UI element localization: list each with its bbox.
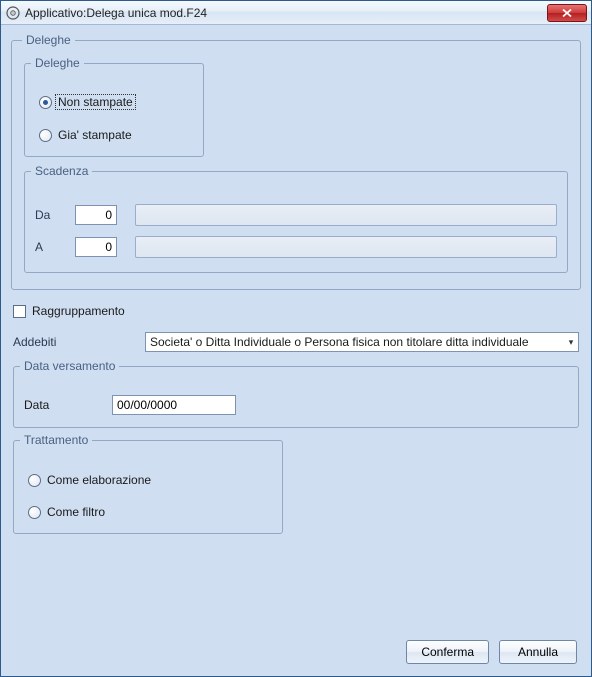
close-button[interactable] [547, 4, 587, 22]
data-label: Data [24, 398, 112, 412]
deleghe-group: Deleghe Deleghe Non stampate Gia' stampa… [11, 33, 581, 290]
app-icon [5, 5, 21, 21]
scadenza-a-input[interactable] [75, 237, 117, 257]
scadenza-group: Scadenza Da A [24, 171, 568, 273]
chevron-down-icon: ▾ [566, 337, 576, 348]
radio-non-stampate[interactable] [39, 96, 52, 109]
radio-non-stampate-label[interactable]: Non stampate [55, 94, 136, 110]
scadenza-da-label: Da [35, 208, 75, 222]
data-input[interactable] [112, 395, 236, 415]
window-title: Applicativo:Delega unica mod.F24 [25, 6, 207, 20]
radio-come-elaborazione[interactable] [28, 474, 41, 487]
radio-gia-stampate-label[interactable]: Gia' stampate [58, 128, 132, 142]
raggruppamento-checkbox[interactable] [13, 305, 26, 318]
deleghe-legend: Deleghe [22, 33, 75, 47]
deleghe-inner-group: Deleghe Non stampate Gia' stampate [24, 63, 204, 157]
radio-come-filtro-label[interactable]: Come filtro [47, 505, 105, 519]
data-versamento-legend: Data versamento [20, 359, 119, 373]
raggruppamento-label[interactable]: Raggruppamento [32, 304, 125, 318]
close-icon [561, 8, 573, 18]
deleghe-inner-legend: Deleghe [31, 56, 84, 70]
radio-come-elaborazione-label[interactable]: Come elaborazione [47, 473, 151, 487]
scadenza-a-display [135, 236, 557, 258]
button-bar: Conferma Annulla [406, 640, 577, 664]
conferma-button[interactable]: Conferma [406, 640, 489, 664]
trattamento-group: Trattamento Come elaborazione Come filtr… [13, 440, 283, 534]
client-area: Deleghe Deleghe Non stampate Gia' stampa… [1, 25, 591, 676]
scadenza-da-input[interactable] [75, 205, 117, 225]
scadenza-da-display [135, 204, 557, 226]
app-window: Applicativo:Delega unica mod.F24 Deleghe… [0, 0, 592, 677]
addebiti-select[interactable]: Societa' o Ditta Individuale o Persona f… [145, 332, 579, 352]
annulla-button[interactable]: Annulla [499, 640, 577, 664]
titlebar: Applicativo:Delega unica mod.F24 [1, 1, 591, 25]
trattamento-legend: Trattamento [20, 433, 92, 447]
radio-come-filtro[interactable] [28, 506, 41, 519]
data-versamento-group: Data versamento Data [13, 366, 579, 428]
addebiti-label: Addebiti [13, 335, 145, 349]
scadenza-legend: Scadenza [31, 164, 92, 178]
addebiti-selected-text: Societa' o Ditta Individuale o Persona f… [150, 335, 566, 349]
radio-gia-stampate[interactable] [39, 129, 52, 142]
scadenza-a-label: A [35, 240, 75, 254]
